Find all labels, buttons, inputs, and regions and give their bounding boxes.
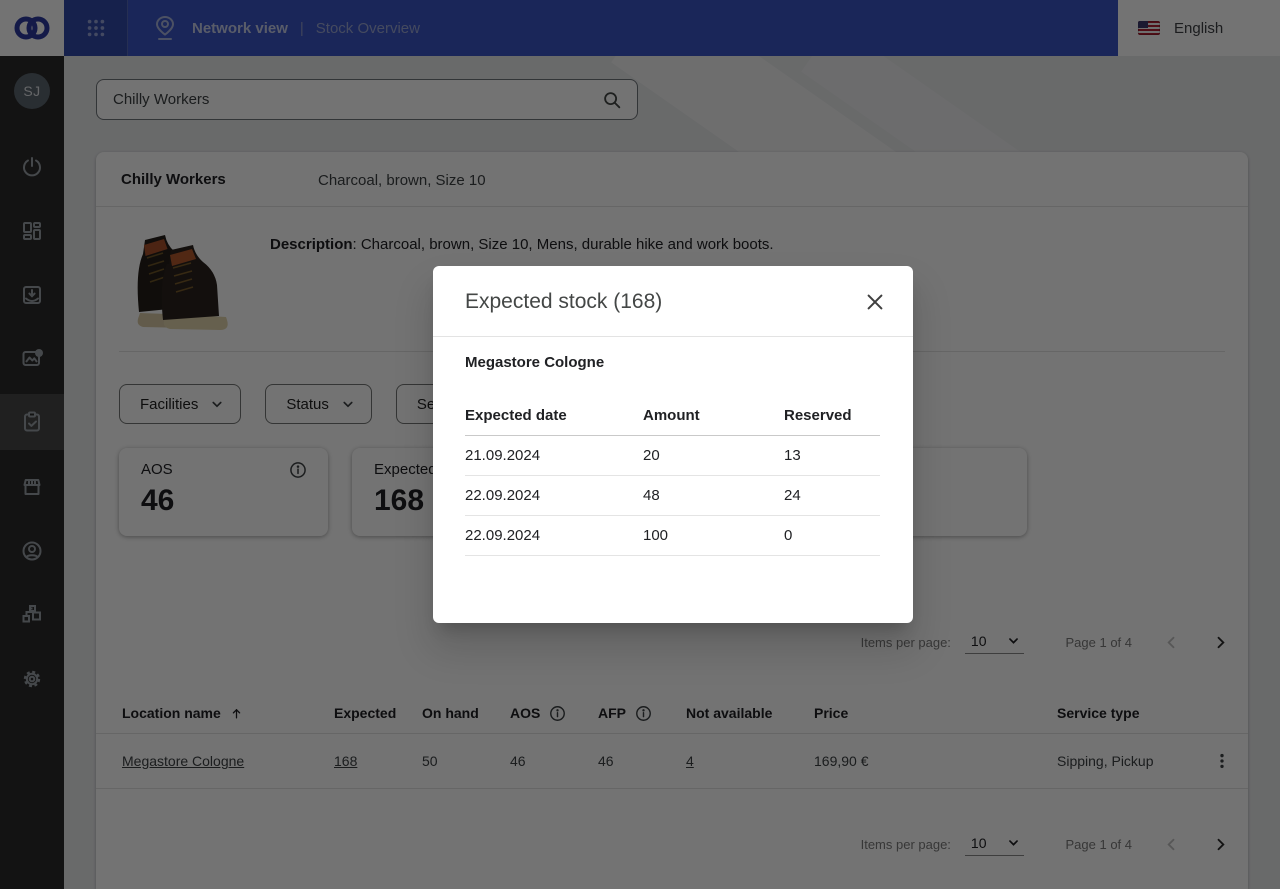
expected-date: 21.09.2024 <box>465 436 540 475</box>
modal-table-row: 22.09.2024 48 24 <box>465 476 880 516</box>
expected-stock-modal: Expected stock (168) Megastore Cologne E… <box>433 266 913 623</box>
header-amount: Amount <box>643 396 700 435</box>
reserved: 24 <box>784 476 801 515</box>
modal-header: Expected stock (168) <box>433 266 913 337</box>
modal-table-row: 22.09.2024 100 0 <box>465 516 880 556</box>
reserved: 13 <box>784 436 801 475</box>
expected-date: 22.09.2024 <box>465 516 540 555</box>
modal-table-header: Expected date Amount Reserved <box>465 396 880 436</box>
close-button[interactable] <box>863 290 887 314</box>
modal-table-row: 21.09.2024 20 13 <box>465 436 880 476</box>
modal-title: Expected stock (168) <box>465 290 662 314</box>
expected-stock-table: Expected date Amount Reserved 21.09.2024… <box>465 396 880 556</box>
modal-store-name: Megastore Cologne <box>465 354 604 371</box>
amount: 20 <box>643 436 660 475</box>
close-icon <box>864 291 886 313</box>
reserved: 0 <box>784 516 792 555</box>
expected-date: 22.09.2024 <box>465 476 540 515</box>
header-expected-date: Expected date <box>465 396 567 435</box>
amount: 100 <box>643 516 668 555</box>
header-reserved: Reserved <box>784 396 852 435</box>
amount: 48 <box>643 476 660 515</box>
